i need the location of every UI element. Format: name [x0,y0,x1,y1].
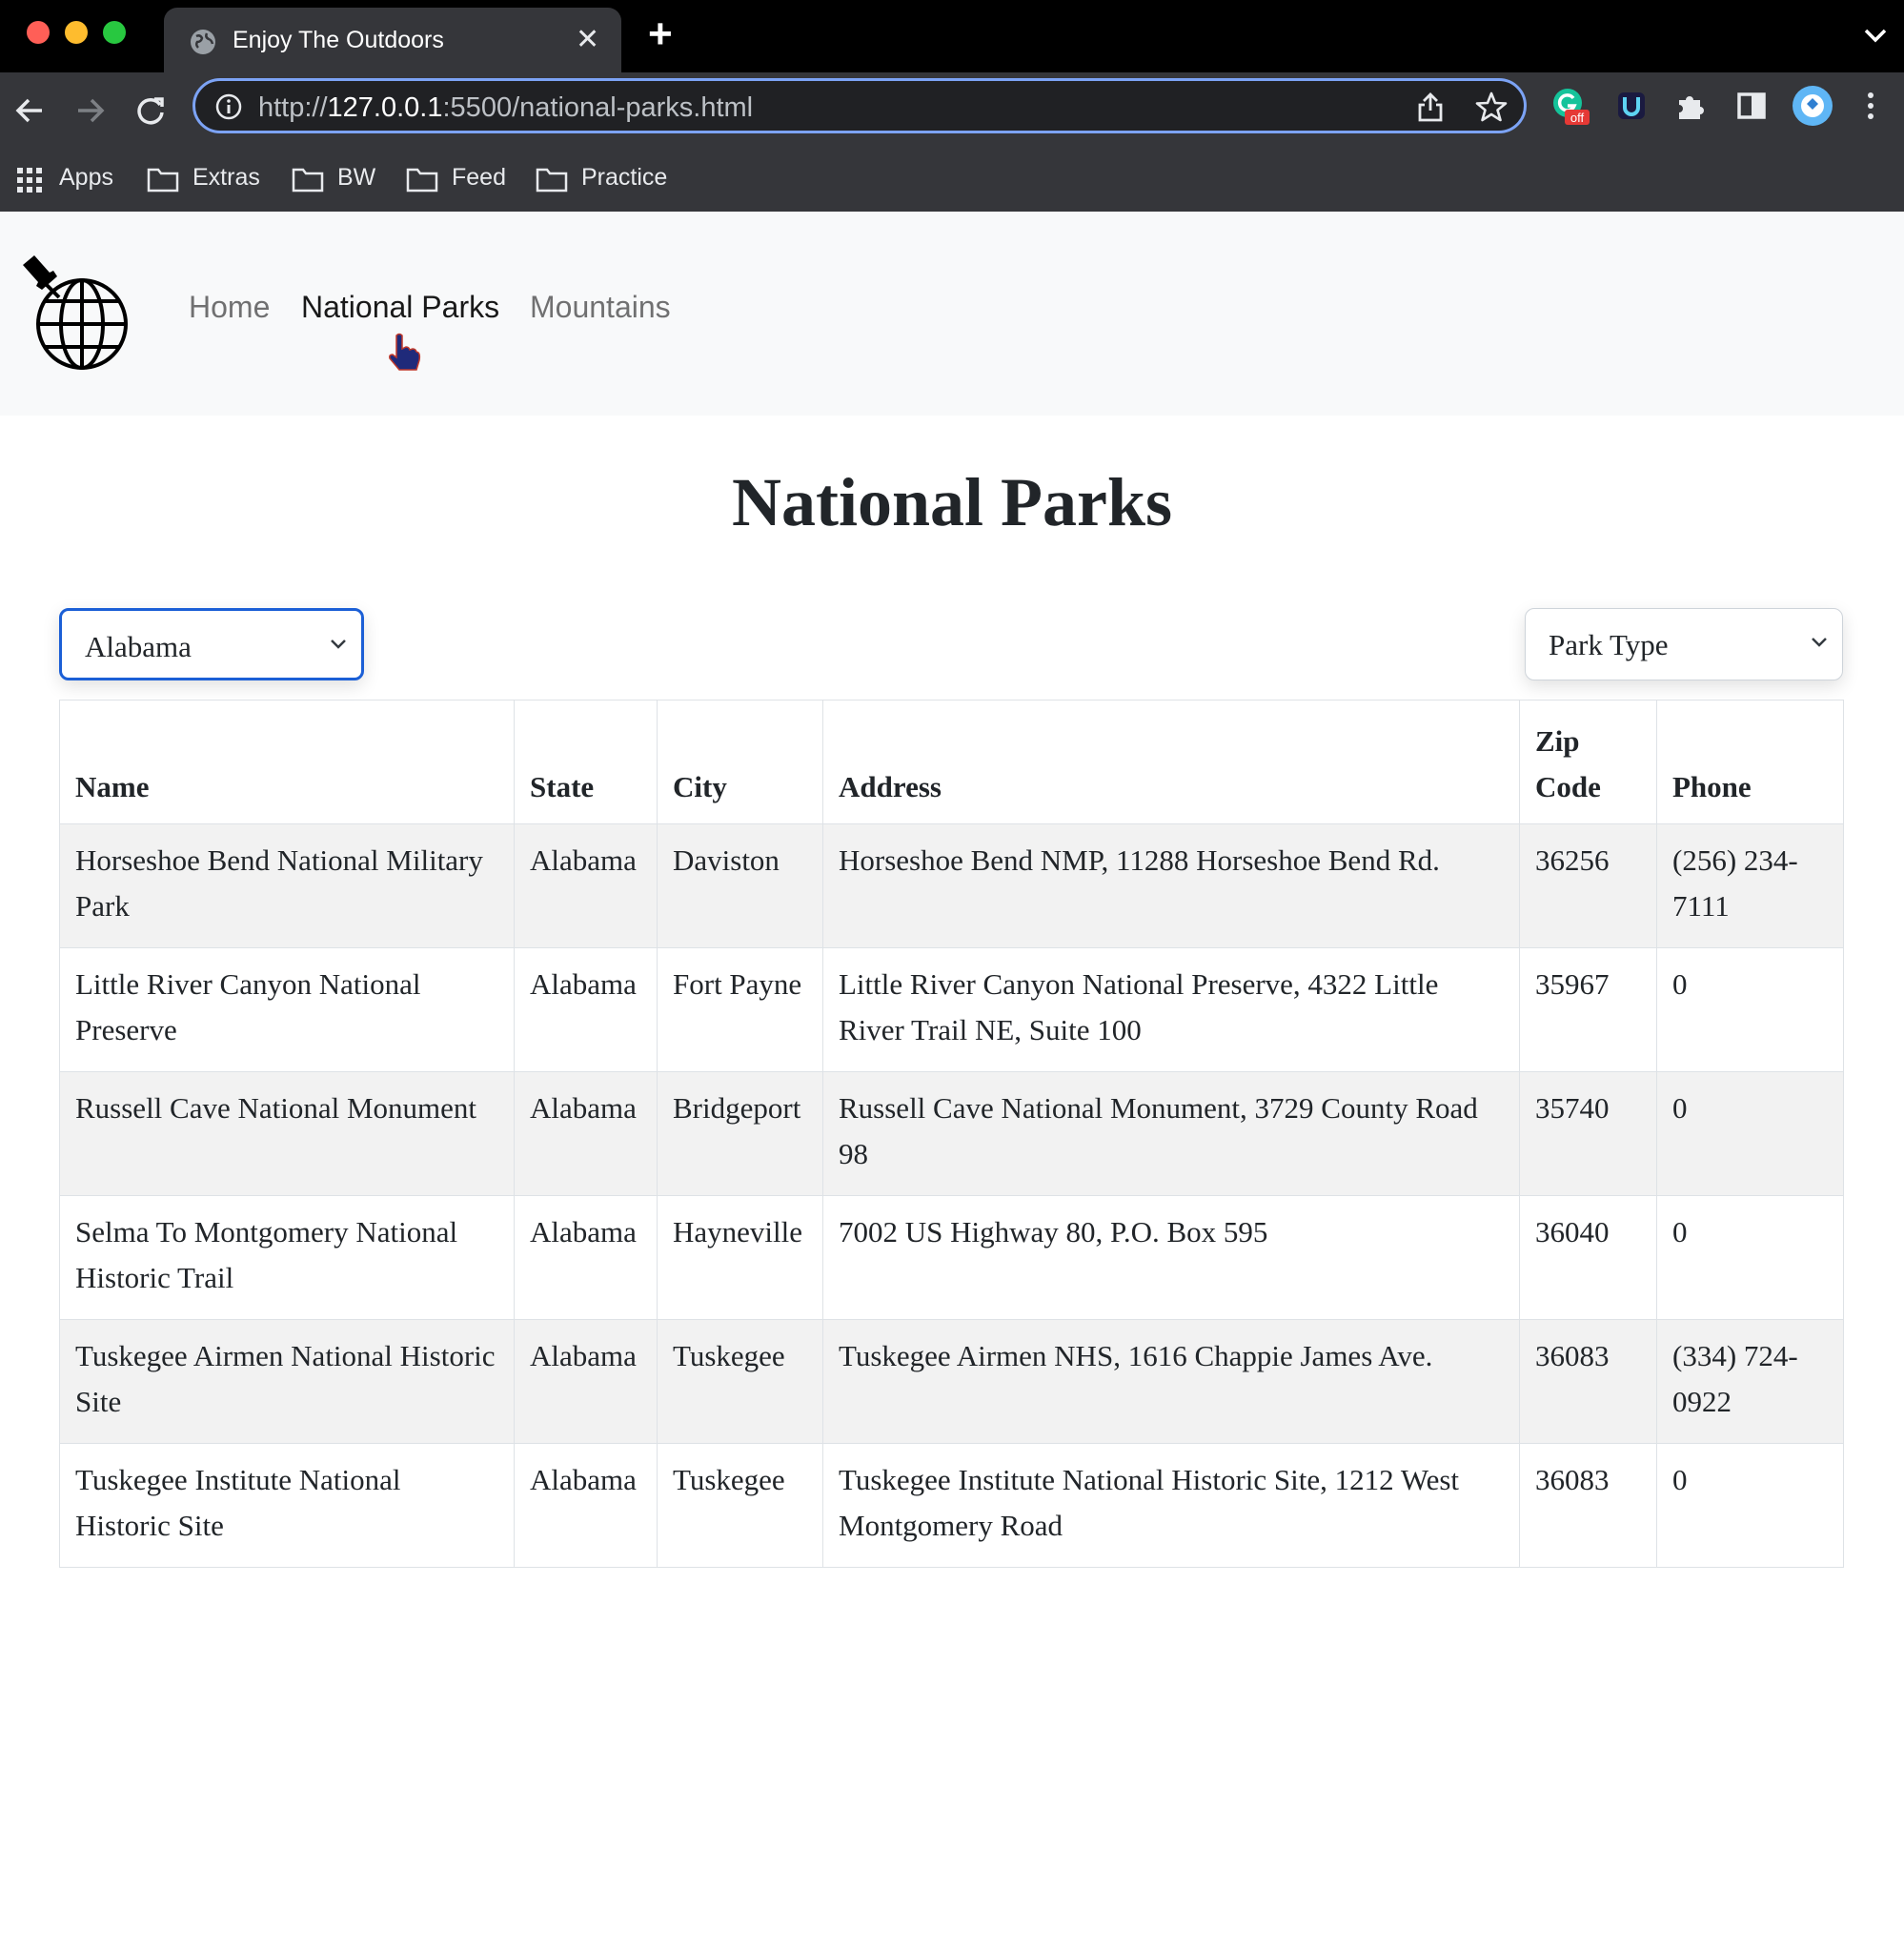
column-header-state: State [514,700,658,824]
table-row: Little River Canyon National Preserve Al… [59,947,1844,1072]
column-header-address: Address [822,700,1520,824]
profile-avatar[interactable] [1792,85,1833,127]
cell-city: Tuskegee [657,1443,823,1568]
nav-link-mountains[interactable]: Mountains [530,290,671,325]
cell-address: Little River Canyon National Preserve, 4… [822,947,1520,1072]
cell-phone: 0 [1656,947,1844,1072]
site-navbar: Home National Parks Mountains [0,212,1904,416]
browser-tabstrip: Enjoy The Outdoors ✕ + [0,0,1904,72]
cell-name: Horseshoe Bend National Military Park [59,823,515,948]
cell-name: Tuskegee Airmen National Historic Site [59,1319,515,1444]
nav-link-national-parks[interactable]: National Parks [301,290,499,325]
cell-zip: 36256 [1519,823,1657,948]
window-zoom-button[interactable] [103,21,126,44]
cell-address: 7002 US Highway 80, P.O. Box 595 [822,1195,1520,1320]
park-type-select[interactable]: Park Type [1525,608,1843,680]
folder-icon [536,168,568,193]
new-tab-icon[interactable]: + [648,13,673,55]
browser-tab-active[interactable]: Enjoy The Outdoors ✕ [164,8,621,72]
state-select[interactable]: Alabama [59,608,364,680]
cell-address: Tuskegee Institute National Historic Sit… [822,1443,1520,1568]
cell-state: Alabama [514,1071,658,1196]
back-arrow-icon[interactable] [11,91,50,130]
cell-name: Russell Cave National Monument [59,1071,515,1196]
parks-table: Name State City Address Zip Code Phone H… [59,700,1844,1568]
cell-phone: 0 [1656,1071,1844,1196]
grammarly-extension-icon[interactable]: off [1551,87,1590,125]
cell-name: Selma To Montgomery National Historic Tr… [59,1195,515,1320]
cell-address: Russell Cave National Monument, 3729 Cou… [822,1071,1520,1196]
table-row: Russell Cave National Monument Alabama B… [59,1071,1844,1196]
cell-phone: 0 [1656,1443,1844,1568]
cell-city: Tuskegee [657,1319,823,1444]
cell-city: Bridgeport [657,1071,823,1196]
cell-name: Tuskegee Institute National Historic Sit… [59,1443,515,1568]
cell-state: Alabama [514,1443,658,1568]
column-header-zip-code: Zip Code [1519,700,1657,824]
column-header-name: Name [59,700,515,824]
state-select-value: Alabama [85,630,192,663]
bookmark-star-icon[interactable] [1475,91,1508,123]
table-row: Selma To Montgomery National Historic Tr… [59,1195,1844,1320]
cell-address: Tuskegee Airmen NHS, 1616 Chappie James … [822,1319,1520,1444]
cell-city: Daviston [657,823,823,948]
cell-zip: 36040 [1519,1195,1657,1320]
browser-menu-icon[interactable] [1856,87,1885,125]
window-minimize-button[interactable] [65,21,88,44]
hand-pointer-cursor-icon [389,333,421,371]
chevron-down-icon [331,640,346,649]
forward-arrow-icon[interactable] [71,91,109,130]
site-info-icon[interactable] [214,92,243,121]
ublock-extension-icon[interactable] [1612,87,1651,125]
cell-name: Little River Canyon National Preserve [59,947,515,1072]
column-header-city: City [657,700,823,824]
globe-favicon-icon [191,30,215,54]
folder-icon [406,168,438,193]
cell-zip: 36083 [1519,1319,1657,1444]
bookmarks-bar: Apps Extras BW Feed Practice [0,145,1904,212]
table-header-row: Name State City Address Zip Code Phone [59,700,1844,824]
cell-address: Horseshoe Bend NMP, 11288 Horseshoe Bend… [822,823,1520,948]
chevron-down-icon [1812,638,1827,647]
svg-text:off: off [1570,111,1585,125]
cell-phone: (334) 724-0922 [1656,1319,1844,1444]
table-row: Horseshoe Bend National Military Park Al… [59,823,1844,948]
nav-link-home[interactable]: Home [189,290,270,325]
table-row: Tuskegee Airmen National Historic Site A… [59,1319,1844,1444]
tab-search-chevron-icon[interactable] [1862,25,1889,46]
address-bar[interactable]: http://127.0.0.1:5500/national-parks.htm… [192,78,1527,133]
column-header-phone: Phone [1656,700,1844,824]
extensions-puzzle-icon[interactable] [1671,87,1710,125]
tab-close-icon[interactable]: ✕ [576,23,599,56]
cell-state: Alabama [514,823,658,948]
side-panel-icon[interactable] [1732,87,1771,125]
park-type-select-value: Park Type [1549,628,1669,661]
cell-state: Alabama [514,1319,658,1444]
table-row: Tuskegee Institute National Historic Sit… [59,1443,1844,1568]
globe-pin-logo-icon[interactable] [15,252,133,370]
cell-zip: 36083 [1519,1443,1657,1568]
tab-title: Enjoy The Outdoors [233,27,444,53]
apps-grid-icon [17,168,42,193]
cell-city: Fort Payne [657,947,823,1072]
cell-state: Alabama [514,947,658,1072]
browser-toolbar: http://127.0.0.1:5500/national-parks.htm… [0,72,1904,212]
cell-zip: 35740 [1519,1071,1657,1196]
cell-zip: 35967 [1519,947,1657,1072]
cell-phone: 0 [1656,1195,1844,1320]
cell-phone: (256) 234-7111 [1656,823,1844,948]
page-title: National Parks [731,464,1173,540]
folder-icon [292,168,324,193]
cell-state: Alabama [514,1195,658,1320]
cell-city: Hayneville [657,1195,823,1320]
share-icon[interactable] [1415,91,1446,123]
url-text: http://127.0.0.1:5500/national-parks.htm… [258,92,754,123]
folder-icon [147,168,179,193]
window-close-button[interactable] [27,21,50,44]
reload-icon[interactable] [132,91,170,130]
